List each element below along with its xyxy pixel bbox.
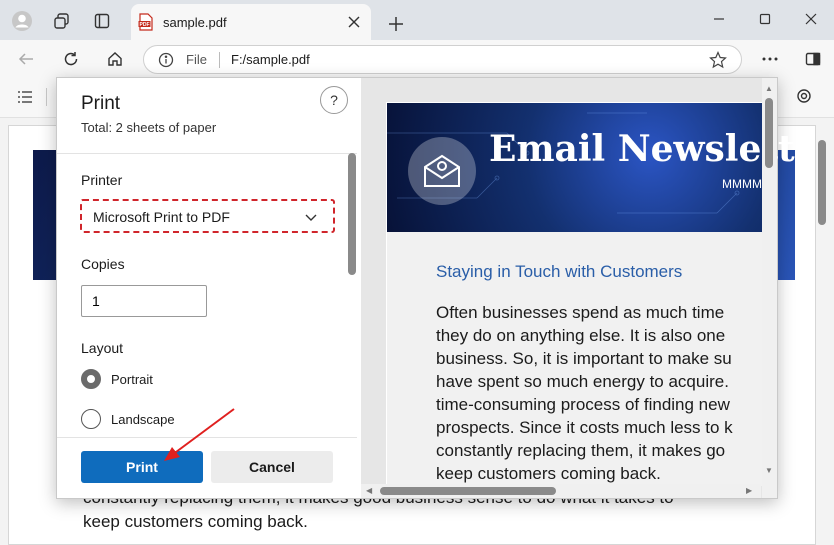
profile-icon[interactable] [5, 4, 39, 38]
copies-input[interactable] [81, 285, 207, 317]
dialog-title: Print [81, 93, 121, 114]
preview-vertical-scrollbar[interactable] [765, 98, 773, 168]
more-icon[interactable] [753, 42, 787, 76]
toolbar-divider [46, 88, 47, 106]
tab-actions-icon[interactable] [85, 4, 119, 38]
address-bar[interactable]: File F:/sample.pdf [143, 45, 742, 74]
info-icon[interactable] [158, 52, 174, 73]
preview-line: they do on anything else. It is also one [436, 326, 726, 345]
settings-scrollbar[interactable] [348, 153, 356, 275]
contents-icon[interactable] [17, 90, 33, 109]
printer-select[interactable]: Microsoft Print to PDF [80, 199, 335, 233]
help-button[interactable]: ? [320, 86, 348, 114]
preview-line: prospects. Since it costs much less to k [436, 418, 733, 437]
preview-margin-left [361, 78, 386, 498]
pdf-file-icon: PDF [138, 13, 154, 36]
layout-label: Layout [81, 340, 124, 356]
header-divider [57, 153, 357, 154]
close-icon[interactable] [344, 12, 364, 32]
minimize-icon[interactable] [696, 3, 742, 35]
scroll-left-icon[interactable]: ◀ [366, 486, 372, 495]
scroll-up-icon[interactable]: ▲ [765, 84, 773, 93]
sheet-total: Total: 2 sheets of paper [81, 120, 217, 135]
url-text[interactable]: F:/sample.pdf [231, 52, 310, 67]
scroll-down-icon[interactable]: ▼ [765, 466, 773, 475]
workspaces-icon[interactable] [45, 4, 79, 38]
home-icon[interactable] [98, 42, 132, 76]
tab-sample-pdf[interactable]: PDF sample.pdf [131, 4, 371, 40]
scheme-label: File [186, 52, 207, 67]
portrait-label: Portrait [111, 372, 153, 387]
scroll-right-icon[interactable]: ▶ [746, 486, 752, 495]
window-close-icon[interactable] [788, 3, 834, 35]
preview-line: Often businesses spend as much time [436, 303, 725, 322]
plus-icon[interactable] [379, 7, 413, 41]
tab-title: sample.pdf [163, 15, 227, 30]
portrait-radio[interactable] [81, 369, 101, 389]
background-text-line: keep customers coming back. [83, 512, 308, 531]
preview-horizontal-scrollbar[interactable] [380, 487, 556, 495]
refresh-icon[interactable] [54, 42, 88, 76]
preview-line: have spent so much energy to acquire. [436, 372, 729, 391]
annotation-arrow-icon [160, 405, 240, 468]
printer-value: Microsoft Print to PDF [93, 209, 230, 225]
preview-section-title: Staying in Touch with Customers [436, 262, 683, 281]
preview-subheading: MMMM [722, 177, 762, 191]
toolbar-settings-icon[interactable] [796, 88, 812, 109]
page-scrollbar[interactable] [818, 140, 826, 225]
maximize-icon[interactable] [742, 3, 788, 35]
back-icon[interactable] [9, 42, 43, 76]
preview-line: time-consuming process of finding new [436, 395, 730, 414]
preview-line: keep customers coming back. [436, 464, 661, 483]
svg-text:PDF: PDF [140, 22, 150, 28]
address-separator [219, 52, 220, 68]
extensions-icon[interactable] [796, 42, 830, 76]
preview-line: constantly replacing them, it makes go [436, 441, 726, 460]
preview-line: business. So, it is important to make su [436, 349, 732, 368]
preview-paragraph: Often businesses spend as much time they… [436, 301, 766, 485]
printer-label: Printer [81, 172, 123, 188]
copies-label: Copies [81, 256, 125, 272]
mail-icon [408, 137, 476, 205]
chevron-down-icon [304, 210, 318, 229]
favorite-star-icon[interactable] [709, 51, 727, 74]
landscape-radio[interactable] [81, 409, 101, 429]
preview-heading: Email Newslett [489, 128, 795, 170]
